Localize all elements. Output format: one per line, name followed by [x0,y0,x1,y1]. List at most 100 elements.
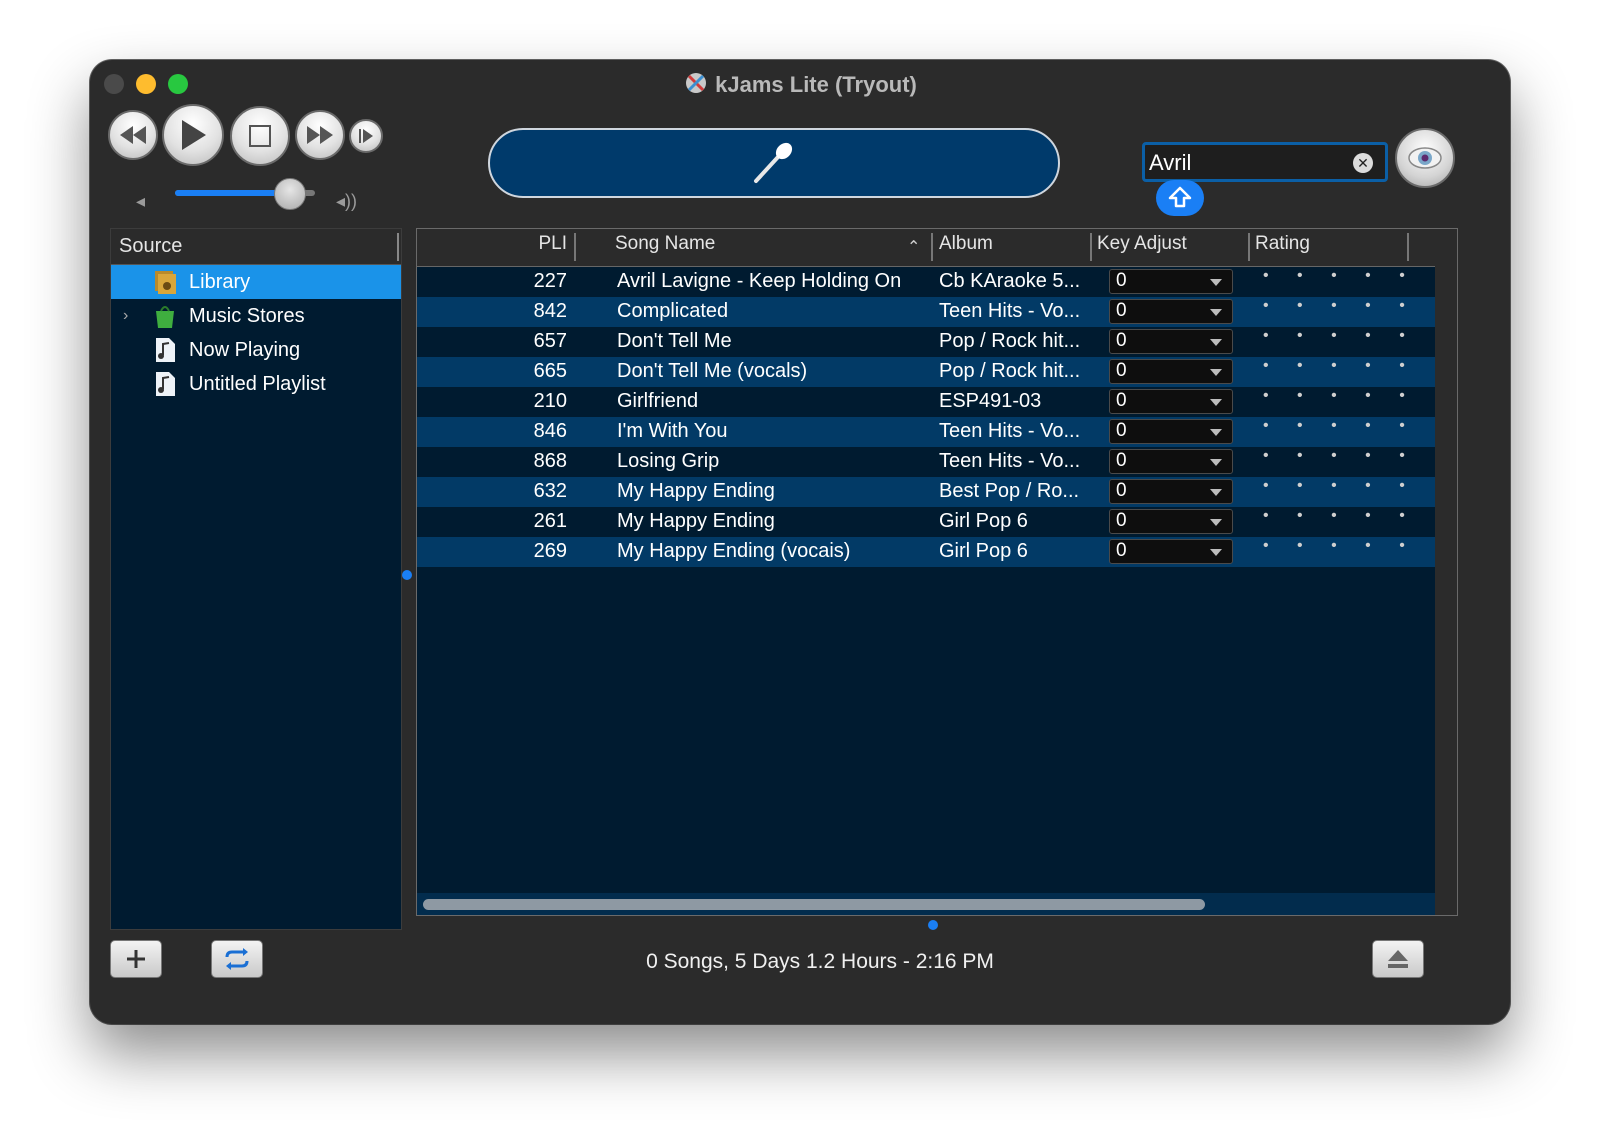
table-row[interactable]: 665 Don't Tell Me (vocals) Pop / Rock hit.… [417,357,1435,387]
window-title-bar: kJams Lite (Tryout) [90,70,1510,98]
play-button[interactable] [162,104,224,166]
column-divider[interactable] [931,233,933,261]
key-adjust-value: 0 [1116,390,1127,411]
eject-icon [1388,950,1408,968]
table-row[interactable]: 632 My Happy Ending Best Pop / Ro... 0 • • •… [417,477,1435,507]
table-resize-handle[interactable] [928,920,938,930]
column-divider[interactable] [1248,233,1250,261]
rating-stars[interactable]: • • • • • [1263,327,1417,345]
source-item-label: Music Stores [189,304,305,327]
app-window: kJams Lite (Tryout) ◂ ◂)) ✕ [90,60,1510,1024]
cell-pli: 227 [533,270,567,292]
stop-button[interactable] [230,106,290,166]
pane-splitter-handle[interactable] [402,570,412,580]
key-adjust-value: 0 [1116,540,1127,561]
dropdown-arrow-icon [1210,399,1222,406]
rating-stars[interactable]: • • • • • [1263,537,1417,555]
key-adjust-value: 0 [1116,420,1127,441]
clear-search-button[interactable]: ✕ [1353,153,1373,173]
dropdown-arrow-icon [1210,429,1222,436]
column-header-rating[interactable]: Rating [1255,229,1310,267]
eject-button[interactable] [1372,940,1424,978]
rating-stars[interactable]: • • • • • [1263,507,1417,525]
volume-low-icon: ◂ [136,191,146,211]
dropdown-arrow-icon [1210,309,1222,316]
table-row[interactable]: 842 Complicated Teen Hits - Vo... 0 • • • • … [417,297,1435,327]
rating-stars[interactable]: • • • • • [1263,267,1417,285]
cell-album: Pop / Rock hit... [939,330,1081,352]
stop-icon [249,125,271,147]
column-divider[interactable] [574,233,576,261]
table-row[interactable]: 210 Girlfriend ESP491-03 0 • • • • • [417,387,1435,417]
disclosure-chevron-icon[interactable]: › [123,307,128,325]
cell-pli: 846 [533,420,567,442]
column-header-pli[interactable]: PLI [517,229,567,267]
volume-fill [175,190,290,196]
cell-pli: 842 [533,300,567,322]
horizontal-scroll-thumb[interactable] [423,899,1205,910]
key-adjust-select[interactable]: 0 [1109,269,1233,294]
cell-pli: 261 [533,510,567,532]
source-item-library[interactable]: Library [111,265,401,299]
rating-stars[interactable]: • • • • • [1263,417,1417,435]
key-adjust-select[interactable]: 0 [1109,419,1233,444]
cell-song-name: Avril Lavigne - Keep Holding On [617,270,902,292]
key-adjust-value: 0 [1116,330,1127,351]
cell-pli: 632 [533,480,567,502]
dropdown-arrow-icon [1210,549,1222,556]
next-track-button[interactable] [349,119,383,153]
key-adjust-select[interactable]: 0 [1109,389,1233,414]
key-adjust-select[interactable]: 0 [1109,329,1233,354]
table-row[interactable]: 657 Don't Tell Me Pop / Rock hit... 0 • • • … [417,327,1435,357]
source-item-now-playing[interactable]: Now Playing [111,333,401,367]
horizontal-scrollbar[interactable] [417,893,1435,915]
column-header-key-adjust[interactable]: Key Adjust [1097,229,1187,267]
key-adjust-value: 0 [1116,510,1127,531]
cell-album: Girl Pop 6 [939,510,1028,532]
search-box: ✕ [1142,142,1388,182]
cell-song-name: Complicated [617,300,729,322]
rewind-button[interactable] [108,110,158,160]
rating-stars[interactable]: • • • • • [1263,387,1417,405]
column-header-album[interactable]: Album [939,229,993,267]
table-row[interactable]: 261 My Happy Ending Girl Pop 6 0 • • • • • [417,507,1435,537]
rating-stars[interactable]: • • • • • [1263,297,1417,315]
volume-high-icon: ◂)) [336,191,358,211]
column-divider[interactable] [1407,233,1409,261]
vertical-scrollbar[interactable] [1435,229,1457,893]
key-adjust-value: 0 [1116,480,1127,501]
table-row[interactable]: 227 Avril Lavigne - Keep Holding On Cb KAr… [417,267,1435,297]
scroll-corner [1435,893,1457,915]
source-item-untitled-playlist[interactable]: Untitled Playlist [111,367,401,401]
cell-album: Pop / Rock hit... [939,360,1081,382]
column-header-song-name[interactable]: Song Name [615,229,715,267]
column-divider[interactable] [1090,233,1092,261]
fast-forward-button[interactable] [295,110,345,160]
visualizer-button[interactable] [1395,128,1455,188]
rating-stars[interactable]: • • • • • [1263,357,1417,375]
key-adjust-select[interactable]: 0 [1109,479,1233,504]
search-input[interactable] [1149,149,1349,177]
cell-pli: 210 [533,390,567,412]
key-adjust-select[interactable]: 0 [1109,449,1233,474]
cell-song-name: Don't Tell Me (vocals) [617,360,808,382]
source-item-label: Now Playing [189,338,301,361]
source-item-label: Untitled Playlist [189,372,326,395]
search-scope-button[interactable] [1156,180,1204,216]
cell-song-name: Girlfriend [617,390,699,412]
key-adjust-select[interactable]: 0 [1109,299,1233,324]
table-row[interactable]: 846 I'm With You Teen Hits - Vo... 0 • • • •… [417,417,1435,447]
table-header: PLI Song Name ⌃ Album Key Adjust Rating [417,229,1435,267]
table-row[interactable]: 868 Losing Grip Teen Hits - Vo... 0 • • • • … [417,447,1435,477]
song-table: PLI Song Name ⌃ Album Key Adjust Rating … [416,228,1458,916]
table-row[interactable]: 269 My Happy Ending (vocais) Girl Pop 6 0 • … [417,537,1435,567]
key-adjust-select[interactable]: 0 [1109,359,1233,384]
cell-album: Girl Pop 6 [939,540,1028,562]
source-item-music-stores[interactable]: › Music Stores [111,299,401,333]
volume-knob[interactable] [273,178,306,210]
rating-stars[interactable]: • • • • • [1263,447,1417,465]
rating-stars[interactable]: • • • • • [1263,477,1417,495]
key-adjust-select[interactable]: 0 [1109,539,1233,564]
next-track-icon [359,129,373,143]
key-adjust-select[interactable]: 0 [1109,509,1233,534]
